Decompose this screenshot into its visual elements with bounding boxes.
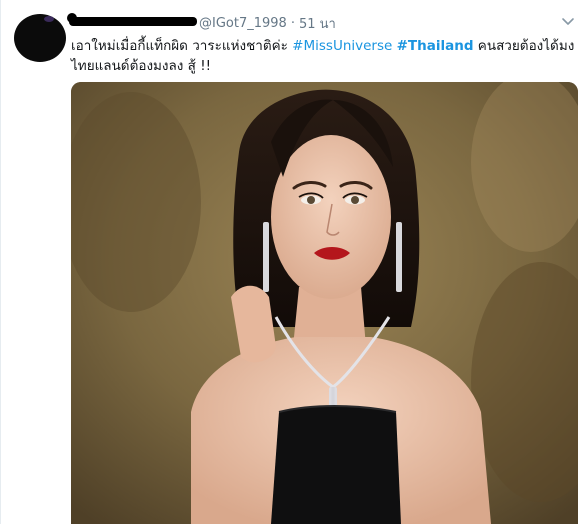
portrait-photo <box>71 82 578 524</box>
user-handle[interactable]: @IGot7_1998 <box>199 16 287 31</box>
hashtag-thailand[interactable]: #Thailand <box>397 38 474 54</box>
tweet-text: เอาใหม่เมื่อกี้แท็กผิด วาระแห่งชาติค่ะ #… <box>71 36 576 76</box>
tweet-text-segment: เอาใหม่เมื่อกี้แท็กผิด วาระแห่งชาติค่ะ <box>71 38 293 54</box>
tweet-photo[interactable] <box>71 82 578 524</box>
display-name[interactable] <box>67 12 197 31</box>
redaction-mark <box>69 16 197 26</box>
separator-dot: · <box>290 15 295 31</box>
timestamp[interactable]: 51 นา <box>299 13 336 34</box>
avatar[interactable] <box>14 14 66 62</box>
tweet-header: @IGot7_1998 · 51 นา <box>67 12 336 34</box>
hashtag-miss-universe[interactable]: #MissUniverse <box>292 38 392 54</box>
chevron-down-icon[interactable] <box>561 14 575 28</box>
tweet-card[interactable]: @IGot7_1998 · 51 นา เอาใหม่เมื่อกี้แท็กผ… <box>0 0 587 524</box>
